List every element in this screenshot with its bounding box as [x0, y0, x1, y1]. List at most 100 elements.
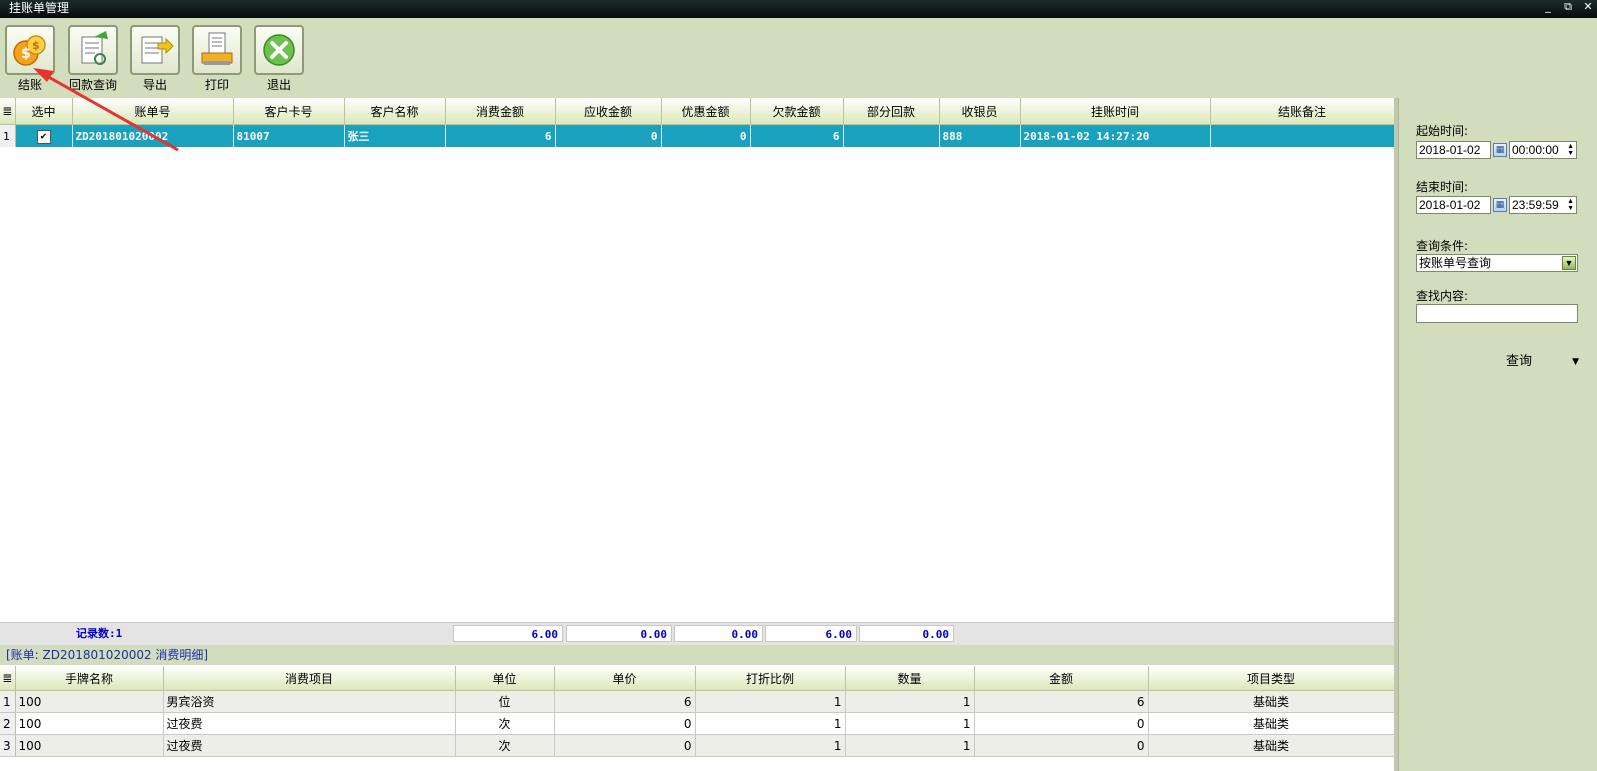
detail-price[interactable]: 6 [554, 690, 696, 713]
detail-item[interactable]: 过夜费 [163, 734, 456, 757]
col-unit[interactable]: 单位 [455, 666, 555, 691]
col-receivable-amount[interactable]: 应收金额 [555, 98, 662, 125]
detail-unit[interactable]: 次 [455, 734, 555, 757]
detail-row[interactable]: 2 100 过夜费 次 0 1 1 0 基础类 [0, 712, 1395, 735]
remark-cell[interactable] [1210, 124, 1395, 147]
end-time-spinner-icon[interactable]: ▲ ▼ [1567, 198, 1574, 212]
bill-table-header: ≣ 选中 账单号 客户卡号 客户名称 消费金额 应收金额 优惠金额 欠款金额 部… [0, 98, 1395, 125]
search-content-label: 查找内容: [1416, 289, 1469, 303]
detail-amount[interactable]: 6 [974, 690, 1149, 713]
detail-tag[interactable]: 100 [15, 690, 164, 713]
settle-button-label: 结账 [17, 78, 42, 92]
detail-qty[interactable]: 1 [845, 712, 975, 735]
settle-button[interactable]: $ $ 结账 [0, 25, 60, 95]
end-time-input[interactable]: 23:59:59 ▲ ▼ [1509, 196, 1577, 214]
col-consume-item[interactable]: 消费项目 [163, 666, 456, 691]
query-panel: 起始时间: 2018-01-02 ▦ 00:00:00 ▲ ▼ 结束时间: 2018… [1398, 98, 1597, 771]
detail-type[interactable]: 基础类 [1148, 734, 1395, 757]
col-amount[interactable]: 金额 [974, 666, 1149, 691]
detail-type[interactable]: 基础类 [1148, 712, 1395, 735]
receivable-cell[interactable]: 0 [555, 124, 662, 147]
detail-tag[interactable]: 100 [15, 734, 164, 757]
detail-ratio[interactable]: 1 [695, 734, 846, 757]
detail-ratio[interactable]: 1 [695, 712, 846, 735]
end-date-input[interactable]: 2018-01-02 [1416, 196, 1491, 214]
detail-row-index: 3 [0, 734, 16, 757]
grid-menu-icon[interactable]: ≣ [0, 98, 16, 125]
detail-row[interactable]: 3 100 过夜费 次 0 1 1 0 基础类 [0, 734, 1395, 757]
detail-ratio[interactable]: 1 [695, 690, 846, 713]
payment-query-button[interactable]: 回款查询 [63, 25, 123, 95]
col-quantity[interactable]: 数量 [845, 666, 975, 691]
start-date-input[interactable]: 2018-01-02 [1416, 141, 1491, 159]
col-item-type[interactable]: 项目类型 [1148, 666, 1395, 691]
col-remark[interactable]: 结账备注 [1210, 98, 1395, 125]
col-selected[interactable]: 选中 [15, 98, 73, 125]
col-owed-amount[interactable]: 欠款金额 [750, 98, 844, 125]
svg-text:$: $ [21, 46, 31, 62]
toolbar: $ $ 结账 回款查询 导出 打印 退出 [0, 18, 1597, 98]
sum-consume: 6.00 [453, 625, 563, 642]
start-time-input[interactable]: 00:00:00 ▲ ▼ [1509, 141, 1577, 159]
close-icon[interactable]: ✕ [1581, 0, 1595, 14]
condition-select[interactable]: 按账单号查询 ▼ [1416, 254, 1578, 272]
customer-name-cell[interactable]: 张三 [344, 124, 446, 147]
printer-icon [192, 25, 242, 75]
col-discount-ratio[interactable]: 打折比例 [695, 666, 846, 691]
owed-cell[interactable]: 6 [750, 124, 844, 147]
dropdown-arrow-icon[interactable]: ▼ [1572, 352, 1579, 372]
table-row[interactable]: 1 ✔ ZD201801020002 81007 张三 6 0 0 6 888 … [0, 124, 1395, 147]
partial-cell[interactable] [843, 124, 940, 147]
col-charge-time[interactable]: 挂账时间 [1020, 98, 1211, 125]
time-cell[interactable]: 2018-01-02 14:27:20 [1020, 124, 1211, 147]
detail-unit[interactable]: 位 [455, 690, 555, 713]
col-cashier[interactable]: 收银员 [939, 98, 1021, 125]
detail-price[interactable]: 0 [554, 712, 696, 735]
detail-caption-bar: [账单: ZD201801020002 消费明细] [0, 645, 1394, 665]
consume-cell[interactable]: 6 [445, 124, 556, 147]
detail-type[interactable]: 基础类 [1148, 690, 1395, 713]
detail-item[interactable]: 男宾浴资 [163, 690, 456, 713]
detail-item[interactable]: 过夜费 [163, 712, 456, 735]
start-time-value: 00:00:00 [1512, 143, 1559, 157]
col-unit-price[interactable]: 单价 [554, 666, 696, 691]
start-time-spinner-icon[interactable]: ▲ ▼ [1567, 143, 1574, 157]
detail-row[interactable]: 1 100 男宾浴资 位 6 1 1 6 基础类 [0, 690, 1395, 713]
col-partial-payment[interactable]: 部分回款 [843, 98, 940, 125]
exit-label: 退出 [266, 78, 291, 92]
col-bill-no[interactable]: 账单号 [72, 98, 234, 125]
detail-unit[interactable]: 次 [455, 712, 555, 735]
query-button[interactable]: 查询 ▼ [1459, 352, 1579, 372]
bill-no-cell[interactable]: ZD201801020002 [72, 124, 234, 147]
window-title: 挂账单管理 [9, 1, 70, 15]
detail-grid-menu-icon[interactable]: ≣ [0, 666, 16, 691]
col-discount-amount[interactable]: 优惠金额 [661, 98, 751, 125]
row-checkbox[interactable]: ✔ [36, 129, 51, 144]
detail-tag[interactable]: 100 [15, 712, 164, 735]
chevron-down-icon[interactable]: ▼ [1562, 256, 1576, 270]
search-content-input[interactable] [1416, 304, 1578, 323]
cashier-cell[interactable]: 888 [939, 124, 1021, 147]
col-tag-name[interactable]: 手牌名称 [15, 666, 164, 691]
detail-amount[interactable]: 0 [974, 712, 1149, 735]
minimize-icon[interactable]: _ [1541, 0, 1555, 14]
print-button[interactable]: 打印 [187, 25, 247, 95]
start-calendar-icon[interactable]: ▦ [1493, 143, 1507, 157]
window-titlebar: 挂账单管理 _ ⧉ ✕ [0, 0, 1597, 18]
detail-amount[interactable]: 0 [974, 734, 1149, 757]
start-time-label: 起始时间: [1416, 124, 1469, 138]
end-calendar-icon[interactable]: ▦ [1493, 198, 1507, 212]
card-no-cell[interactable]: 81007 [233, 124, 345, 147]
detail-table: ≣ 手牌名称 消费项目 单位 单价 打折比例 数量 金额 项目类型 1 100 … [0, 666, 1395, 757]
col-customer-name[interactable]: 客户名称 [344, 98, 446, 125]
export-button[interactable]: 导出 [125, 25, 185, 95]
restore-icon[interactable]: ⧉ [1561, 0, 1575, 14]
discount-cell[interactable]: 0 [661, 124, 751, 147]
col-consume-amount[interactable]: 消费金额 [445, 98, 556, 125]
detail-qty[interactable]: 1 [845, 734, 975, 757]
row-checkbox-cell[interactable]: ✔ [15, 124, 73, 147]
exit-button[interactable]: 退出 [249, 25, 309, 95]
detail-qty[interactable]: 1 [845, 690, 975, 713]
detail-price[interactable]: 0 [554, 734, 696, 757]
col-card-no[interactable]: 客户卡号 [233, 98, 345, 125]
